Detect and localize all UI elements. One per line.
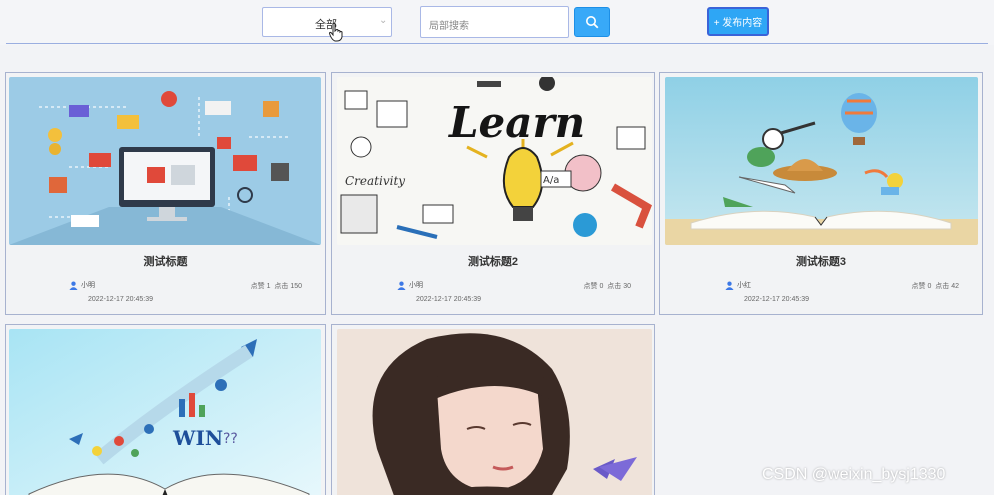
card-title[interactable]: 测试标题2 (332, 253, 654, 269)
watermark: CSDN @weixin_bysj1330 (762, 466, 946, 483)
card-author-name: 小明 (409, 282, 423, 289)
card-author-name: 小红 (737, 282, 751, 289)
search-icon (586, 16, 599, 29)
svg-text:WIN: WIN (172, 426, 223, 450)
card-date: 2022-12-17 20:45:39 (88, 296, 153, 303)
card-image[interactable]: WIN ?? (9, 329, 321, 495)
content-card[interactable]: WIN ?? (5, 324, 326, 495)
card-image[interactable]: Learn Creativity A/a (337, 77, 652, 245)
content-card[interactable] (331, 324, 655, 495)
svg-text:??: ?? (223, 431, 238, 447)
svg-text:Learn: Learn (448, 98, 585, 147)
publish-content-button[interactable]: + 发布内容 (707, 7, 769, 36)
card-author: 小明 (397, 280, 423, 290)
user-icon (397, 281, 406, 290)
content-card[interactable]: Learn Creativity A/a 测试标题2 小明 点赞 0 点击 30… (331, 72, 655, 315)
card-likes: 点赞 1 (250, 283, 271, 290)
card-author: 小红 (725, 280, 751, 290)
card-author: 小明 (69, 280, 95, 290)
search-input[interactable]: 局部搜索 (420, 6, 569, 38)
card-date: 2022-12-17 20:45:39 (744, 296, 809, 303)
card-stats: 点赞 1 点击 150 (251, 281, 302, 291)
search-button[interactable] (574, 7, 610, 37)
card-clicks: 点击 42 (935, 283, 959, 290)
card-title[interactable]: 测试标题 (6, 253, 325, 269)
card-likes: 点赞 0 (911, 283, 932, 290)
category-select[interactable]: 全部 ⌄ (262, 7, 392, 37)
card-image[interactable] (337, 329, 652, 495)
user-icon (725, 281, 734, 290)
svg-text:Creativity: Creativity (345, 174, 405, 188)
content-card[interactable]: 测试标题 小明 点赞 1 点击 150 2022-12-17 20:45:39 (5, 72, 326, 315)
card-stats: 点赞 0 点击 30 (584, 281, 631, 291)
toolbar-divider (6, 43, 988, 44)
user-icon (69, 281, 78, 290)
chevron-down-icon: ⌄ (379, 15, 388, 26)
card-author-name: 小明 (81, 282, 95, 289)
card-stats: 点赞 0 点击 42 (912, 281, 959, 291)
card-clicks: 点击 150 (274, 283, 302, 290)
card-image[interactable] (9, 77, 321, 245)
search-placeholder: 局部搜索 (429, 21, 469, 32)
card-clicks: 点击 30 (607, 283, 631, 290)
toolbar: 全部 ⌄ 局部搜索 + 发布内容 (0, 0, 994, 45)
content-card[interactable]: 测试标题3 小红 点赞 0 点击 42 2022-12-17 20:45:39 (659, 72, 983, 315)
hand-cursor-icon (328, 22, 343, 42)
card-image[interactable] (665, 77, 978, 245)
svg-text:A/a: A/a (543, 175, 559, 186)
card-likes: 点赞 0 (583, 283, 604, 290)
card-date: 2022-12-17 20:45:39 (416, 296, 481, 303)
card-title[interactable]: 测试标题3 (660, 253, 982, 269)
